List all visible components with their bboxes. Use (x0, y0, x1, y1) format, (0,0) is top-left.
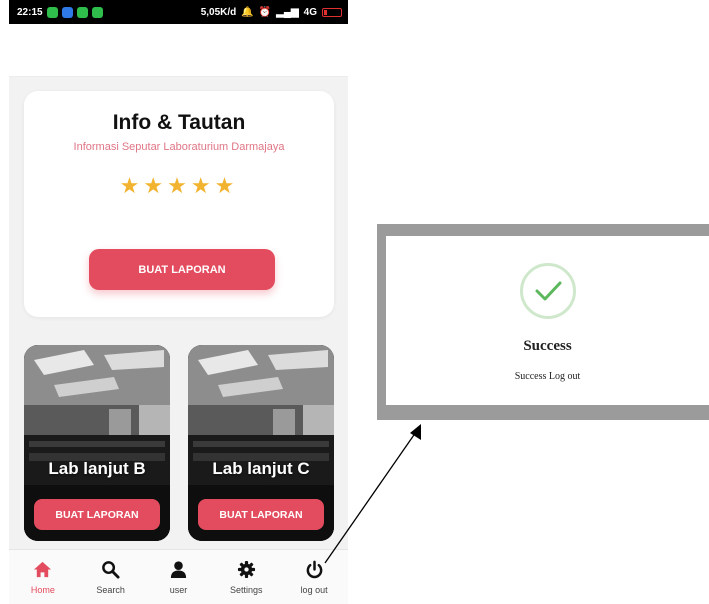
annotation-arrow (324, 424, 421, 564)
